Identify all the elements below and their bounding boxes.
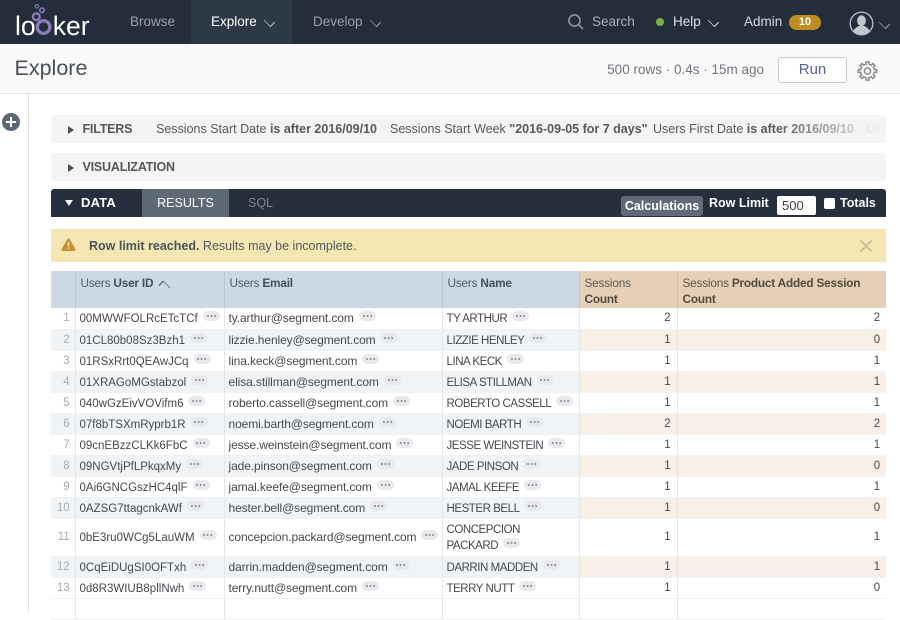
- svg-text:ker: ker: [53, 11, 90, 41]
